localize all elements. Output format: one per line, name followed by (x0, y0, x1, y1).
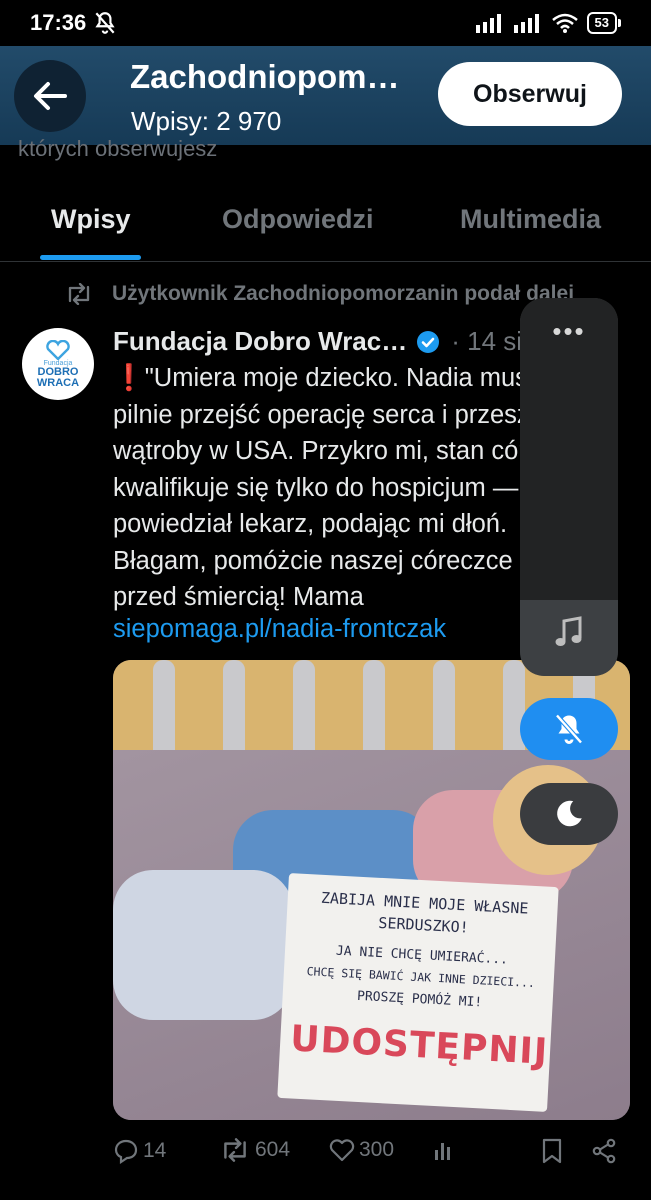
avatar-text-2: WRACA (36, 376, 80, 389)
avatar[interactable]: Fundacja DOBRO WRACA (22, 328, 94, 400)
wifi-icon (551, 13, 578, 33)
signal-icon (513, 14, 539, 33)
moon-icon (557, 800, 582, 827)
tweet-actions: 14 604 300 (113, 1138, 633, 1172)
repost-label: Użytkownik Zachodniopomorzanin podał dal… (112, 282, 575, 305)
repost-indicator[interactable]: Użytkownik Zachodniopomorzanin podał dal… (64, 282, 574, 306)
repost-count: 604 (255, 1138, 291, 1161)
arrow-left-icon (34, 82, 67, 110)
heart-icon (329, 1139, 355, 1162)
author-name: Fundacja Dobro Wrac… (113, 326, 408, 356)
tab-media[interactable]: Multimedia (460, 204, 601, 235)
battery-level: 53 (594, 15, 609, 30)
image-child-legs (113, 870, 293, 1020)
status-time: 17:36 (30, 10, 87, 35)
tab-posts[interactable]: Wpisy (51, 204, 131, 235)
reply-count: 14 (143, 1139, 167, 1162)
bell-off-icon (555, 714, 583, 744)
floating-panel: ••• (520, 298, 618, 676)
more-options-button[interactable]: ••• (520, 316, 618, 347)
profile-name: Zachodniopom… (130, 58, 400, 95)
bookmark-button[interactable] (541, 1138, 563, 1164)
dark-mode-button[interactable] (520, 783, 618, 845)
tab-replies[interactable]: Odpowiedzi (222, 204, 374, 235)
profile-header: Zachodniopom… Wpisy: 2 970 Obserwuj (0, 46, 651, 145)
repost-icon (68, 283, 90, 305)
image-sign: ZABIJA MNIE MOJE WŁASNE SERDUSZKO! JA NI… (277, 873, 559, 1112)
post-count: Wpisy: 2 970 (131, 106, 282, 136)
tab-indicator (40, 255, 141, 260)
repost-icon (224, 1138, 246, 1162)
mute-notifications-button[interactable] (520, 698, 618, 760)
profile-tabs: Wpisy Odpowiedzi Multimedia (0, 180, 651, 262)
follow-button[interactable]: Obserwuj (438, 62, 622, 126)
views-button[interactable] (433, 1138, 455, 1162)
music-note-icon (555, 616, 582, 646)
avatar-text-1: DOBRO (37, 365, 79, 378)
share-icon (592, 1138, 616, 1164)
repost-button[interactable]: 604 (219, 1138, 290, 1162)
bell-muted-icon (95, 12, 115, 34)
music-button[interactable] (520, 614, 618, 650)
reply-button[interactable]: 14 (113, 1138, 166, 1164)
like-button[interactable]: 300 (329, 1138, 394, 1162)
tweet-author[interactable]: Fundacja Dobro Wrac… · 14 sie (113, 326, 537, 357)
sign-share-text: UDOSTĘPNIJ (289, 1018, 550, 1073)
scrolled-text: których obserwujesz (18, 136, 218, 161)
tweet-link[interactable]: siepomaga.pl/nadia-frontczak (113, 615, 446, 644)
sign-line: PROSZĘ POMÓŻ MI! (356, 988, 483, 1011)
share-button[interactable] (591, 1138, 617, 1164)
signal-icon (475, 14, 501, 33)
panel-top: ••• (520, 298, 618, 600)
heart-logo-icon (46, 339, 70, 360)
back-button[interactable] (14, 60, 86, 132)
bookmark-icon (542, 1138, 562, 1164)
like-count: 300 (359, 1138, 395, 1161)
reply-icon (114, 1139, 138, 1164)
verified-badge-icon (417, 330, 440, 353)
bar-chart-icon (435, 1143, 450, 1160)
battery-icon: 53 (586, 12, 622, 34)
status-bar: 17:36 53 (0, 0, 651, 46)
